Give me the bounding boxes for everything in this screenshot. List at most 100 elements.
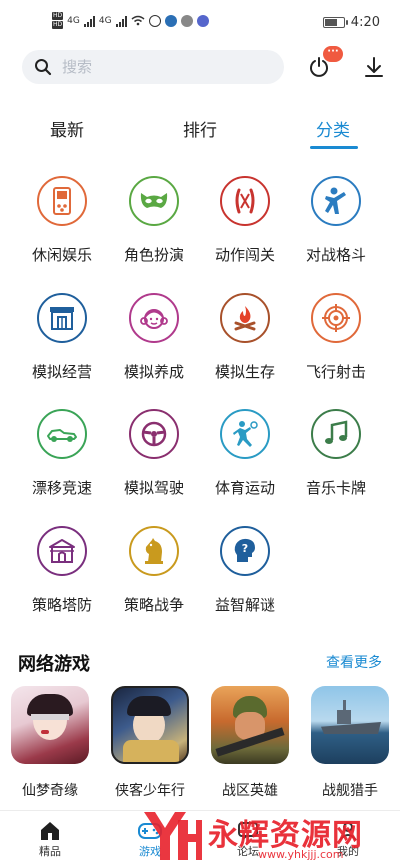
category-label: 音乐卡牌	[305, 479, 366, 497]
see-more-link[interactable]: 查看更多	[326, 652, 382, 672]
puzzle-head-icon: ?	[220, 526, 270, 576]
category-puzzle[interactable]: ? 益智解谜	[199, 526, 291, 615]
profile-icon	[339, 822, 357, 841]
category-racing[interactable]: 漂移竞速	[16, 409, 108, 498]
category-raising-sim[interactable]: 模拟养成	[108, 293, 200, 382]
tab-category[interactable]: 分类	[298, 116, 368, 141]
category-label: 益智解谜	[214, 596, 275, 614]
steering-wheel-icon	[129, 409, 179, 459]
category-label: 模拟驾驶	[123, 479, 184, 497]
category-label: 休闲娱乐	[31, 246, 92, 264]
category-label: 策略塔防	[31, 596, 92, 614]
category-label: 飞行射击	[305, 363, 366, 381]
game-name: 战舰猎手	[322, 783, 378, 799]
status-left-icons: HD HD 4G 4G	[52, 12, 209, 29]
game-name: 仙梦奇缘	[22, 783, 78, 799]
music-note-icon	[311, 409, 361, 459]
wifi-icon	[131, 15, 145, 26]
category-label: 动作闯关	[214, 246, 275, 264]
game-card[interactable]: 战区英雄	[205, 686, 295, 800]
nav-label: 精品	[39, 845, 61, 858]
nav-featured[interactable]: 精品	[20, 819, 80, 859]
network-type-1: 4G	[67, 15, 80, 26]
game-card[interactable]: 仙梦奇缘	[5, 686, 95, 800]
search-icon	[35, 59, 52, 76]
download-icon	[365, 57, 383, 77]
category-fighting[interactable]: 对战格斗	[290, 176, 382, 265]
signal-icon	[83, 15, 95, 27]
category-action[interactable]: 动作闯关	[199, 176, 291, 265]
download-button[interactable]	[359, 52, 389, 82]
svg-text:?: ?	[242, 542, 248, 555]
search-input[interactable]	[62, 58, 262, 76]
category-shooting[interactable]: 飞行射击	[290, 293, 382, 382]
status-right: 4:20	[322, 15, 380, 30]
game-thumbnail[interactable]	[111, 686, 189, 764]
home-icon	[41, 822, 59, 840]
crosshair-icon	[311, 293, 361, 343]
category-label: 模拟经营	[31, 363, 92, 381]
nav-label: 我的	[337, 845, 359, 858]
status-bar: HD HD 4G 4G 4:20	[0, 0, 400, 46]
category-sports[interactable]: 体育运动	[199, 409, 291, 498]
search-bar[interactable]	[22, 50, 284, 84]
signal-icon-2	[115, 15, 127, 27]
clock: 4:20	[350, 15, 380, 30]
forum-icon	[238, 822, 258, 840]
game-thumbnail[interactable]	[311, 686, 389, 764]
girl-face-icon	[129, 293, 179, 343]
category-label: 模拟养成	[123, 363, 184, 381]
nav-forum[interactable]: 论坛	[218, 819, 278, 859]
campfire-icon	[220, 293, 270, 343]
nav-label: 游戏	[139, 845, 161, 858]
battery-icon	[322, 17, 348, 28]
app-notify-icon-1	[148, 14, 161, 27]
category-tabs: 最新 排行 分类	[0, 112, 400, 152]
tennis-player-icon	[220, 409, 270, 459]
game-card[interactable]: 战舰猎手	[305, 686, 395, 800]
online-games-list: 仙梦奇缘 侠客少年行 战区英雄 战舰猎手	[0, 686, 400, 806]
category-strategy-war[interactable]: 策略战争	[108, 526, 200, 615]
gamepad-icon	[138, 823, 162, 839]
game-thumbnail[interactable]	[211, 686, 289, 764]
fighter-icon	[311, 176, 361, 226]
category-driving-sim[interactable]: 模拟驾驶	[108, 409, 200, 498]
mask-icon	[129, 176, 179, 226]
app-notify-icon-3	[180, 14, 193, 27]
category-label: 模拟生存	[214, 363, 275, 381]
category-music-card[interactable]: 音乐卡牌	[290, 409, 382, 498]
nav-label: 论坛	[237, 845, 259, 858]
category-business-sim[interactable]: 模拟经营	[16, 293, 108, 382]
fortress-icon	[37, 526, 87, 576]
swords-icon	[220, 176, 270, 226]
refresh-button[interactable]: ···	[304, 46, 343, 82]
race-car-icon	[37, 409, 87, 459]
notification-badge: ···	[323, 46, 343, 62]
app-notify-icon-4	[196, 14, 209, 27]
nav-profile[interactable]: 我的	[318, 819, 378, 859]
nav-games[interactable]: 游戏	[120, 819, 180, 859]
category-tower-defense[interactable]: 策略塔防	[16, 526, 108, 615]
game-name: 战区英雄	[222, 783, 278, 799]
category-label: 对战格斗	[305, 246, 366, 264]
online-games-title: 网络游戏	[18, 654, 90, 675]
category-label: 漂移竞速	[31, 479, 92, 497]
game-card[interactable]: 侠客少年行	[105, 686, 195, 800]
network-type-2: 4G	[98, 15, 112, 26]
category-casual[interactable]: 休闲娱乐	[16, 176, 108, 265]
game-name: 侠客少年行	[115, 783, 185, 799]
category-survival-sim[interactable]: 模拟生存	[199, 293, 291, 382]
category-rpg[interactable]: 角色扮演	[108, 176, 200, 265]
app-notify-icon-2	[164, 14, 177, 27]
gameboy-icon	[37, 176, 87, 226]
game-thumbnail[interactable]	[11, 686, 89, 764]
tab-latest[interactable]: 最新	[32, 116, 102, 141]
category-label: 角色扮演	[123, 246, 184, 264]
active-tab-indicator	[310, 146, 358, 149]
hd-indicator: HD HD	[52, 12, 64, 29]
bottom-nav: 精品 游戏 论坛 我的	[0, 810, 400, 866]
chess-knight-icon	[129, 526, 179, 576]
shop-icon	[37, 293, 87, 343]
tab-ranking[interactable]: 排行	[165, 116, 235, 141]
category-label: 体育运动	[214, 479, 275, 497]
